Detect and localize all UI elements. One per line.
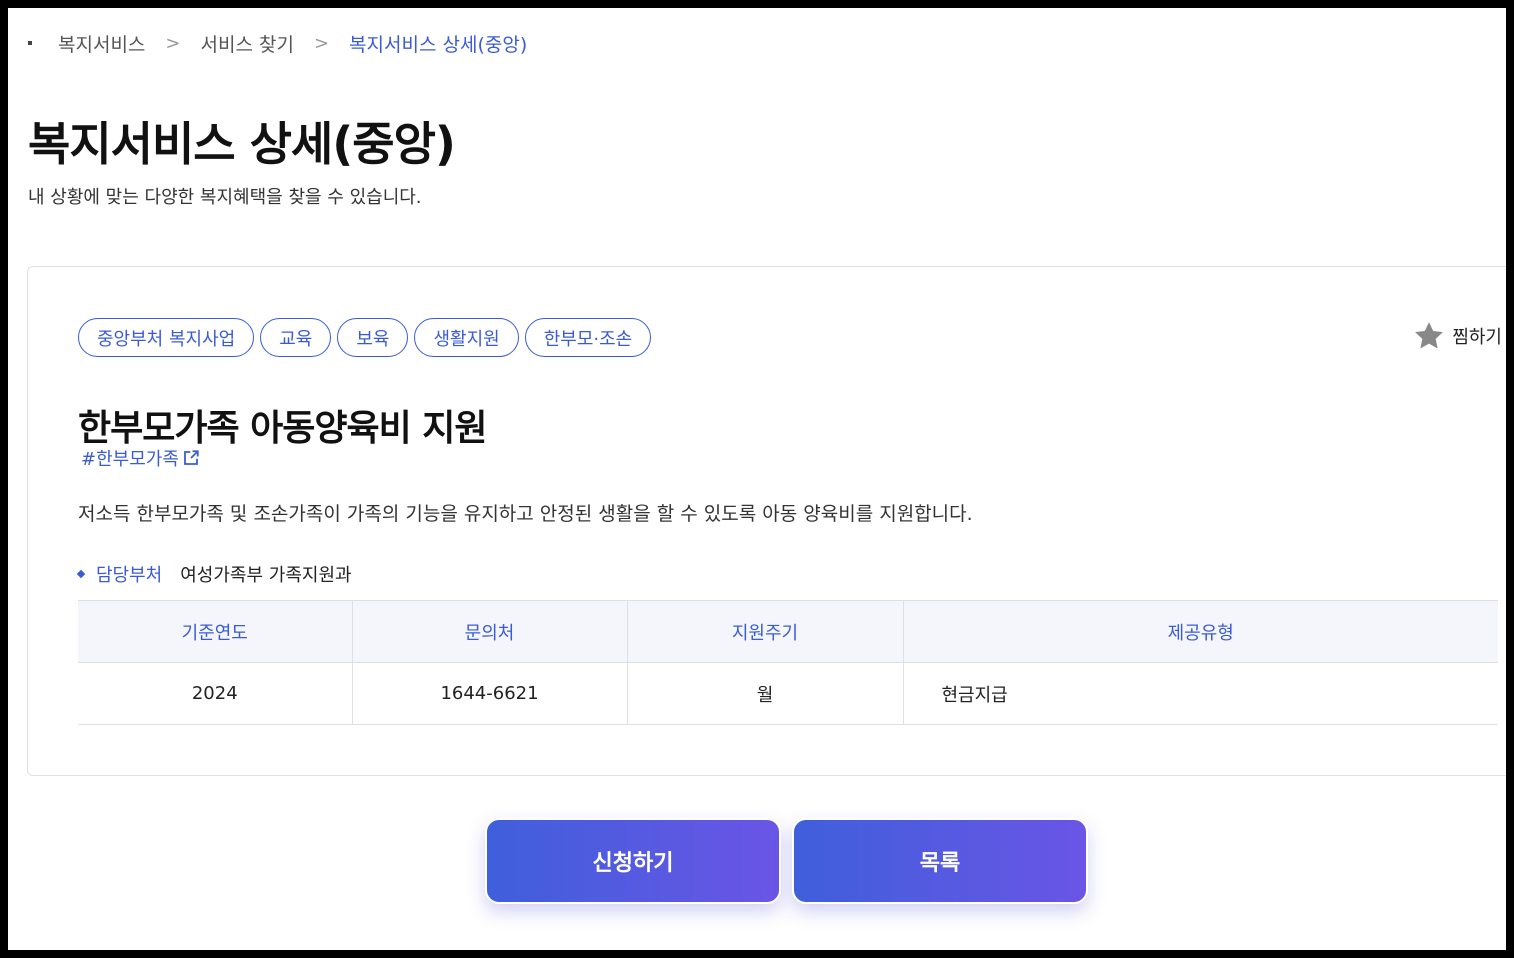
breadcrumb-item-current: 복지서비스 상세(중앙) xyxy=(349,33,528,56)
hashtag-text: #한부모가족 xyxy=(81,449,179,470)
service-title: 한부모가족 아동양육비 지원 xyxy=(78,408,488,449)
service-info-table: 기준연도 문의처 지원주기 제공유형 2024 1644-6621 월 현금지급 xyxy=(78,600,1498,725)
chevron-right-icon: > xyxy=(313,32,330,54)
table-header-row: 기준연도 문의처 지원주기 제공유형 xyxy=(78,600,1498,663)
table-row: 2024 1644-6621 월 현금지급 xyxy=(78,662,1498,725)
favorite-button[interactable]: 찜하기 xyxy=(1412,319,1502,353)
cell-support-cycle: 월 xyxy=(627,662,904,725)
page-frame: 복지서비스 > 서비스 찾기 > 복지서비스 상세(중앙) 복지서비스 상세(중… xyxy=(8,8,1506,950)
page-title: 복지서비스 상세(중앙) xyxy=(28,117,456,171)
apply-button[interactable]: 신청하기 xyxy=(485,818,781,904)
tag-list: 중앙부처 복지사업 교육 보육 생활지원 한부모·조손 xyxy=(78,318,652,357)
cell-provision-type: 현금지급 xyxy=(903,662,1498,725)
service-description: 저소득 한부모가족 및 조손가족이 가족의 기능을 유지하고 안정된 생활을 할… xyxy=(78,503,973,525)
header-base-year: 기준연도 xyxy=(78,600,353,663)
breadcrumb-bullet-icon xyxy=(28,41,32,45)
page-subtitle: 내 상황에 맞는 다양한 복지혜택을 찾을 수 있습니다. xyxy=(28,187,422,208)
department-value: 여성가족부 가족지원과 xyxy=(180,565,352,586)
list-button[interactable]: 목록 xyxy=(792,818,1088,904)
external-link-icon xyxy=(183,450,199,465)
tag-childcare[interactable]: 보육 xyxy=(337,318,409,357)
header-contact: 문의처 xyxy=(352,600,628,663)
star-icon xyxy=(1415,322,1444,349)
header-support-cycle: 지원주기 xyxy=(627,600,904,663)
breadcrumb-item-welfare[interactable]: 복지서비스 xyxy=(58,30,145,57)
department-row: 담당부처 여성가족부 가족지원과 xyxy=(76,561,352,587)
tag-living-support[interactable]: 생활지원 xyxy=(414,318,519,357)
service-card: 중앙부처 복지사업 교육 보육 생활지원 한부모·조손 찜하기 한부모가족 아동… xyxy=(27,266,1506,776)
department-label: 담당부처 xyxy=(96,565,163,586)
header-provision-type: 제공유형 xyxy=(903,600,1498,663)
cell-contact: 1644-6621 xyxy=(352,662,628,725)
favorite-label: 찜하기 xyxy=(1452,327,1502,348)
breadcrumb: 복지서비스 > 서비스 찾기 > 복지서비스 상세(중앙) xyxy=(28,30,527,56)
tag-central-welfare[interactable]: 중앙부처 복지사업 xyxy=(78,318,255,357)
chevron-right-icon: > xyxy=(165,32,181,54)
tag-single-parent[interactable]: 한부모·조손 xyxy=(524,318,652,357)
cell-base-year: 2024 xyxy=(78,662,353,725)
diamond-bullet-icon xyxy=(76,569,86,579)
tag-education[interactable]: 교육 xyxy=(260,318,332,357)
breadcrumb-item-find[interactable]: 서비스 찾기 xyxy=(201,30,294,57)
hashtag-link[interactable]: #한부모가족 xyxy=(81,445,200,471)
